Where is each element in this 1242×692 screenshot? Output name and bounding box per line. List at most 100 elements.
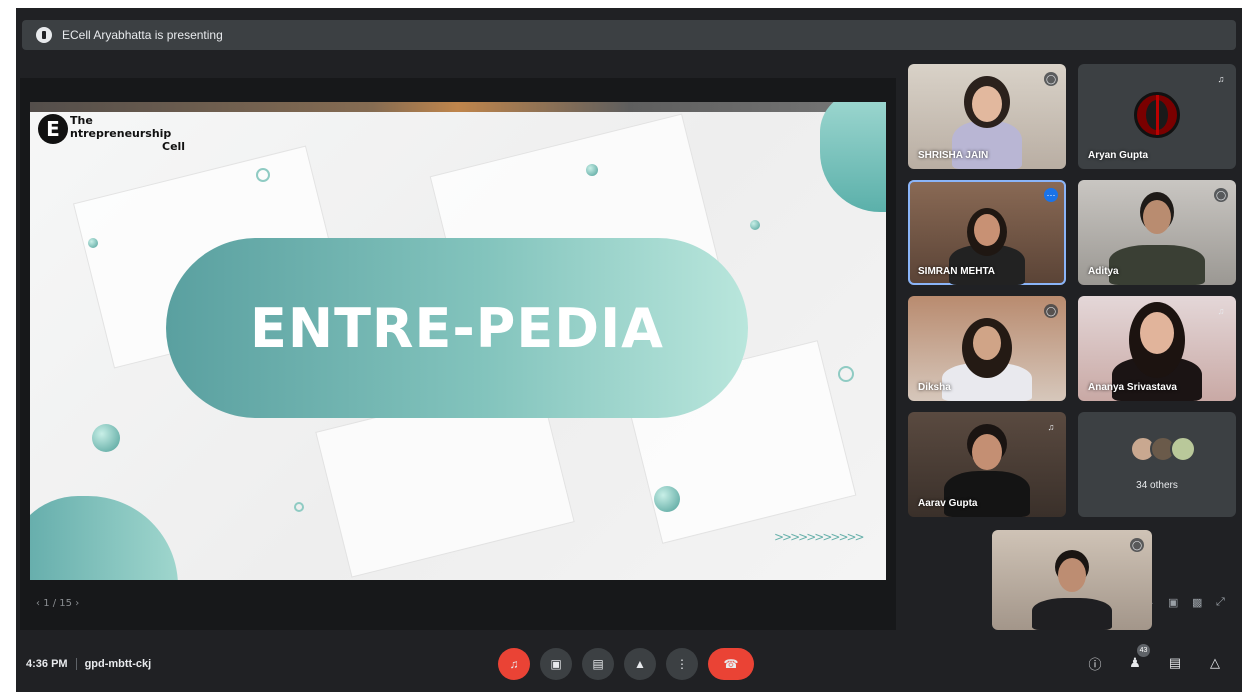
others-avatars [1130,436,1196,462]
call-controls: ♫ ▣ ▤ ▲ ⋮ ☎ [498,648,754,680]
ecell-logo: E The ntrepreneurship Cell [38,114,185,153]
chat-button[interactable]: ▤ [1166,654,1184,672]
mic-off-icon: ♫ [1217,74,1225,84]
participant-face [973,326,1001,360]
divider [75,658,77,670]
people-icon: ♟ [1129,655,1141,670]
participant-face [974,214,1000,246]
mic-off-icon: ◯ [1044,304,1058,318]
camera-icon: ▣ [550,657,562,671]
activities-icon: △ [1210,655,1220,670]
participant-name: Aarav Gupta [918,498,978,509]
people-button[interactable]: ♟ 43 [1126,644,1150,672]
participant-tile[interactable]: ♫ Ananya Srivastava [1078,296,1236,401]
decor-ring [838,366,854,382]
decor-dot [92,424,120,452]
others-tile[interactable]: 34 others [1078,412,1236,517]
mic-toggle-button[interactable]: ♫ [498,648,530,680]
participant-face [1140,312,1174,354]
decor-dot [750,220,760,230]
participant-name: Aditya [1088,266,1119,277]
layout-icon[interactable]: ▣ [1168,596,1182,609]
expand-icon[interactable]: ⤢ [1216,596,1230,608]
participant-tile[interactable]: ◯ SHRISHA JAIN [908,64,1066,169]
mic-off-icon: ♫ [1217,306,1225,316]
decor-ring [256,168,270,182]
participant-tile[interactable]: ♫ Aryan Gupta [1078,64,1236,169]
mic-off-icon: ◯ [1214,188,1228,202]
slide-title: ENTRE-PEDIA [250,296,664,360]
side-panel-buttons: ⓘ ♟ 43 ▤ △ [1086,644,1224,672]
participant-name: Ananya Srivastava [1088,382,1177,393]
chat-icon: ▤ [1168,655,1182,670]
participant-face [972,434,1002,470]
leave-call-button[interactable]: ☎ [708,648,754,680]
participant-name: Aryan Gupta [1088,150,1149,161]
slide-background-strip [30,102,886,112]
participant-name: SIMRAN MEHTA [918,266,996,277]
prev-slide-icon[interactable]: ‹ [36,598,40,609]
captions-icon: ▤ [592,657,604,671]
meeting-code: gpd-mbtt-ckj [84,658,152,670]
participant-tile[interactable]: ◯ Aditya [1078,180,1236,285]
logo-line-3: Cell [162,140,186,153]
slide-title-pill: ENTRE-PEDIA [166,238,748,418]
participant-video [1032,598,1112,630]
participant-face [972,86,1002,122]
mic-off-icon: ◯ [1044,72,1058,86]
logo-line-1: The [70,114,93,127]
presenting-text: ECell Aryabhatta is presenting [62,28,223,42]
info-icon: ⓘ [1088,656,1102,672]
mic-off-icon: ♫ [509,657,519,671]
camera-toggle-button[interactable]: ▣ [540,648,572,680]
shared-screen[interactable]: E The ntrepreneurship Cell ENTRE-PEDIA >… [20,78,896,630]
decor-dot [586,164,598,176]
logo-line-2: ntrepreneurship [70,127,172,140]
mic-off-icon: ♫ [1047,422,1055,432]
participant-video [952,121,1022,169]
presenter-icon [36,27,52,43]
more-vert-icon: ⋮ [676,657,688,671]
others-avatar [1170,436,1196,462]
participant-count-badge: 43 [1137,644,1150,657]
logo-letter: E [38,114,68,144]
participant-face [1143,200,1171,234]
participant-tile[interactable]: ◯ Diksha [908,296,1066,401]
others-count: 34 others [1136,480,1178,491]
decor-blob-bottom-left [30,496,178,580]
slide-page-indicator[interactable]: ‹ 1 / 15 › [36,598,79,609]
captions-button[interactable]: ▤ [582,648,614,680]
decor-chevrons: >>>>>>>>>>> [774,530,865,544]
pip-icon[interactable]: ▩ [1192,596,1206,609]
participant-name: Diksha [918,382,951,393]
meet-window: ECell Aryabhatta is presenting E The ntr… [16,8,1242,692]
bottom-toolbar: 4:36 PM gpd-mbtt-ckj ♫ ▣ ▤ ▲ ⋮ ☎ ⓘ ♟ 43 … [16,636,1242,692]
participant-video [1109,245,1205,285]
next-slide-icon[interactable]: › [75,598,79,609]
present-icon: ▲ [634,657,646,671]
clock: 4:36 PM [26,658,68,670]
meeting-details: 4:36 PM gpd-mbtt-ckj [26,658,151,670]
meeting-info-button[interactable]: ⓘ [1086,654,1104,672]
phone-hangup-icon: ☎ [723,657,739,671]
deadpool-avatar [1134,92,1180,138]
participant-face [1058,558,1086,592]
participant-video [944,471,1030,517]
activities-button[interactable]: △ [1206,654,1224,672]
participant-tile-speaking[interactable]: ⋯ SIMRAN MEHTA [908,180,1066,285]
present-button[interactable]: ▲ [624,648,656,680]
participant-name: SHRISHA JAIN [918,150,989,161]
participant-tile[interactable]: ♫ Aarav Gupta [908,412,1066,517]
more-options-button[interactable]: ⋮ [666,648,698,680]
presentation-slide: E The ntrepreneurship Cell ENTRE-PEDIA >… [30,102,886,580]
self-view-tile[interactable]: ◯ [992,530,1152,630]
decor-blob-top-right [820,102,886,212]
decor-dot [654,486,680,512]
decor-ring [294,502,304,512]
mic-off-icon: ◯ [1130,538,1144,552]
page-number: 1 / 15 [43,598,73,609]
decor-dot [88,238,98,248]
slide-tools: ↔ ▣ ▩ ⤢ [1144,596,1230,609]
presenting-banner: ECell Aryabhatta is presenting [22,20,1236,50]
speaking-indicator-icon: ⋯ [1044,188,1058,202]
